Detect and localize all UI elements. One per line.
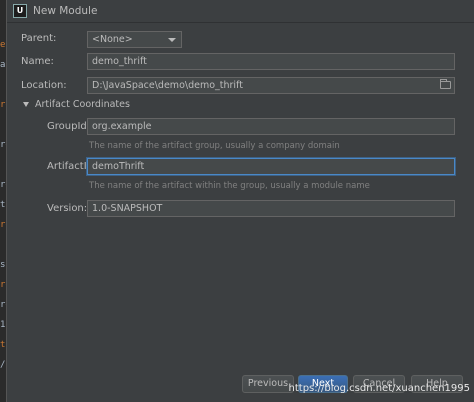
parent-value: <None>	[92, 34, 133, 45]
version-input[interactable]: 1.0-SNAPSHOT	[87, 200, 455, 217]
folder-browse-icon[interactable]	[440, 79, 451, 89]
parent-dropdown[interactable]: <None>	[87, 31, 182, 48]
name-label: Name:	[21, 56, 54, 67]
dialog-title: New Module	[33, 5, 98, 17]
location-value: D:\JavaSpace\demo\demo_thrift	[92, 80, 243, 91]
name-row: Name:	[21, 56, 54, 67]
version-label: Version:	[47, 203, 88, 214]
groupid-input[interactable]: org.example	[87, 118, 455, 135]
parent-label: Parent:	[21, 33, 57, 44]
artifact-section-title: Artifact Coordinates	[35, 99, 130, 110]
watermark-url: https://blog.csdn.net/xuanchen1995	[288, 383, 470, 394]
name-input[interactable]: demo_thrift	[87, 53, 455, 70]
location-label: Location:	[21, 80, 67, 91]
new-module-dialog: U New Module Parent: <None> Name: demo_t…	[6, 0, 474, 402]
location-input[interactable]: D:\JavaSpace\demo\demo_thrift	[87, 77, 455, 94]
previous-button[interactable]: Previous	[242, 375, 294, 393]
intellij-logo-icon: U	[13, 4, 27, 18]
parent-row: Parent:	[21, 33, 56, 44]
collapse-triangle-icon	[23, 102, 29, 107]
version-row: Version:	[47, 203, 87, 214]
artifact-coordinates-section[interactable]: Artifact Coordinates	[23, 99, 130, 110]
groupid-label: GroupId:	[47, 121, 91, 132]
location-row: Location:	[21, 80, 67, 91]
artifactid-hint: The name of the artifact within the grou…	[89, 181, 370, 191]
artifactid-input[interactable]: demoThrift	[87, 158, 455, 175]
groupid-hint: The name of the artifact group, usually …	[89, 141, 340, 151]
title-bar: U New Module	[7, 0, 474, 23]
groupid-row: GroupId:	[47, 121, 90, 132]
chevron-down-icon	[168, 38, 176, 42]
